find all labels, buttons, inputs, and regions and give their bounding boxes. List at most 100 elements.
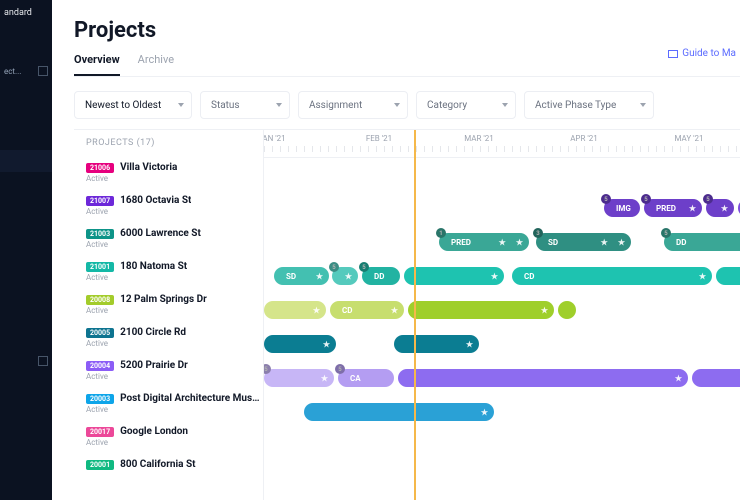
tabs: Overview Archive [74, 53, 740, 77]
project-name: 12 Palm Springs Dr [120, 294, 207, 305]
project-status: Active [86, 240, 263, 249]
phase-segment[interactable]: CD★ [512, 267, 712, 285]
month-label: FEB '21 [366, 134, 392, 143]
guide-label: Guide to Ma [682, 48, 736, 59]
phase-segment[interactable]: DD5 [362, 267, 400, 285]
phase-label: IMG [616, 204, 631, 213]
phase-select[interactable]: Active Phase Type [524, 91, 654, 119]
phase-label: PRED [451, 238, 471, 247]
phase-segment[interactable] [558, 301, 576, 319]
phase-segment[interactable]: CD★ [330, 301, 404, 319]
month-label: AN '21 [264, 134, 286, 143]
star-icon: ★ [481, 408, 488, 417]
tab-overview[interactable]: Overview [74, 53, 120, 76]
timeline-lane: ★5CA5★ [264, 362, 740, 394]
book-icon [668, 50, 678, 58]
star-icon: ★ [499, 238, 506, 247]
star-icon: ★ [345, 272, 352, 281]
phase-segment[interactable]: ★ [398, 369, 688, 387]
status-select[interactable]: Status [200, 91, 290, 119]
project-number: 20003 [86, 394, 114, 404]
sidebar-selected-item[interactable] [0, 150, 52, 172]
phase-badge: 3 [533, 228, 543, 238]
phase-segment[interactable]: ★ [408, 301, 554, 319]
page-title: Projects [74, 18, 740, 43]
star-icon: ★ [391, 306, 398, 315]
sidebar: andard ect... [0, 0, 52, 500]
phase-segment[interactable] [692, 369, 740, 387]
sidebar-lower-item[interactable] [0, 350, 52, 372]
phase-segment[interactable]: ★ [394, 335, 479, 353]
phase-label: SD [548, 238, 558, 247]
phase-segment[interactable]: ★5 [264, 369, 334, 387]
project-name: Villa Victoria [120, 162, 177, 173]
project-status: Active [86, 273, 263, 282]
phase-segment[interactable]: ★ [404, 267, 504, 285]
project-name: 800 California St [120, 459, 195, 470]
external-link-icon [38, 356, 48, 366]
phase-label: SD [286, 272, 296, 281]
month-label: APR '21 [570, 134, 598, 143]
phase-segment[interactable]: CA5 [338, 369, 394, 387]
project-number: 21003 [86, 229, 114, 239]
project-row[interactable]: 20001 800 California St [74, 453, 263, 477]
project-row[interactable]: 20003 Post Digital Architecture MuseumAct… [74, 387, 263, 420]
phase-segment[interactable]: IMG5 [604, 199, 640, 217]
project-name: 180 Natoma St [120, 261, 187, 272]
phase-segment[interactable]: ★ [304, 403, 494, 421]
project-number: 20004 [86, 361, 114, 371]
timeline-lane: ★ [264, 396, 740, 428]
project-status: Active [86, 372, 263, 381]
star-icon: ★ [316, 272, 323, 281]
project-row[interactable]: 200052100 Circle RdActive [74, 321, 263, 354]
tab-archive[interactable]: Archive [138, 53, 174, 76]
phase-segment[interactable]: DD★5 [664, 233, 740, 251]
guide-link[interactable]: Guide to Ma [668, 48, 736, 59]
phase-segment[interactable]: PRED★5 [644, 199, 702, 217]
star-icon: ★ [689, 204, 696, 213]
category-select[interactable]: Category [416, 91, 516, 119]
phase-segment[interactable]: ★ [264, 335, 336, 353]
timeline-lane: ★CD★★ [264, 294, 740, 326]
phase-label: CD [524, 272, 534, 281]
phase-badge: 5 [661, 228, 671, 238]
project-list: PROJECTS (17) 21006Villa VictoriaActive2… [74, 130, 264, 500]
project-status: Active [86, 405, 263, 414]
star-icon: ★ [516, 238, 523, 247]
phase-segment[interactable]: PRED★★1 [439, 233, 529, 251]
project-number: 20001 [86, 460, 114, 470]
phase-segment[interactable] [716, 267, 740, 285]
star-icon: ★ [541, 306, 548, 315]
phase-badge: 5 [264, 364, 271, 374]
timeline-lane: ★★ [264, 328, 740, 360]
project-row[interactable]: 210071680 Octavia StActive [74, 189, 263, 222]
phase-segment[interactable]: ★5 [332, 267, 358, 285]
assignment-select[interactable]: Assignment [298, 91, 408, 119]
project-name: Post Digital Architecture Museum [120, 393, 263, 404]
project-row[interactable]: 21006Villa VictoriaActive [74, 156, 263, 189]
project-number: 20008 [86, 295, 114, 305]
project-row[interactable]: 200045200 Prairie DrActive [74, 354, 263, 387]
timeline[interactable]: AN '21FEB '21MAR '21APR '21MAY '21 IMG5P… [264, 130, 740, 500]
month-label: MAY '21 [674, 134, 703, 143]
star-icon: ★ [321, 374, 328, 383]
filter-bar: Newest to Oldest Status Assignment Categ… [74, 91, 740, 119]
phase-badge: 5 [601, 194, 611, 204]
phase-segment[interactable]: ★5 [706, 199, 734, 217]
sort-select[interactable]: Newest to Oldest [74, 91, 192, 119]
project-list-header: PROJECTS (17) [74, 130, 263, 156]
project-number: 21001 [86, 262, 114, 272]
project-name: Google London [120, 426, 188, 437]
today-line [414, 130, 416, 500]
project-number: 21007 [86, 196, 114, 206]
project-row[interactable]: 2000812 Palm Springs DrActive [74, 288, 263, 321]
project-row[interactable]: 21001 180 Natoma StActive [74, 255, 263, 288]
phase-segment[interactable]: ★ [264, 301, 326, 319]
external-link-icon [38, 66, 48, 76]
phase-segment[interactable]: SD★★3 [536, 233, 631, 251]
project-row[interactable]: 20017Google LondonActive [74, 420, 263, 453]
phase-segment[interactable]: SD ★ [274, 267, 329, 285]
sidebar-search[interactable]: ect... [0, 60, 52, 82]
project-status: Active [86, 438, 263, 447]
project-row[interactable]: 210036000 Lawrence StActive [74, 222, 263, 255]
